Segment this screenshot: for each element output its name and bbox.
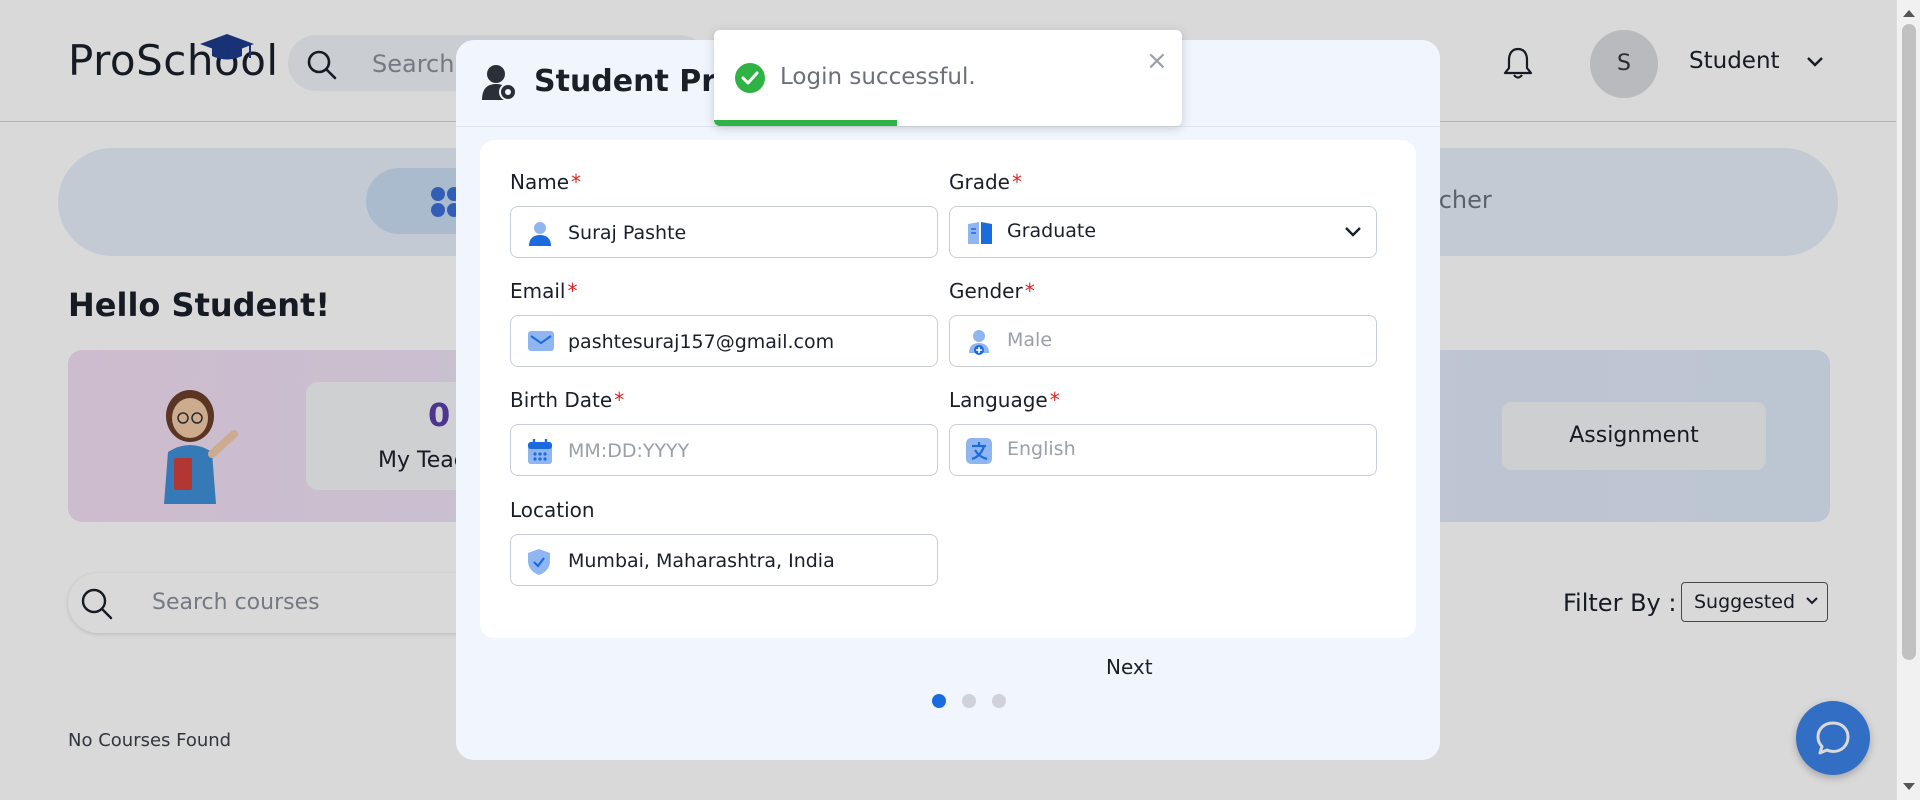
- step-dot-1[interactable]: [932, 694, 946, 708]
- location-value: Mumbai, Maharashtra, India: [568, 550, 835, 572]
- gender-value: Male: [1007, 329, 1053, 351]
- scroll-thumb[interactable]: [1902, 24, 1916, 660]
- login-success-toast: Login successful. ×: [714, 30, 1182, 126]
- required-mark: *: [614, 388, 625, 412]
- page-scrollbar[interactable]: [1896, 0, 1920, 800]
- birth-date-field[interactable]: MM:DD:YYYY: [510, 424, 938, 476]
- email-field[interactable]: pashtesuraj157@gmail.com: [510, 315, 938, 367]
- location-label: Location: [510, 498, 595, 522]
- email-label: Email *: [510, 279, 578, 303]
- modal-header-divider: [456, 126, 1440, 127]
- gender-person-icon: [969, 330, 989, 355]
- gender-field[interactable]: Male: [949, 315, 1377, 367]
- mail-icon: [528, 331, 554, 351]
- language-field[interactable]: English: [949, 424, 1377, 476]
- toast-message: Login successful.: [780, 64, 976, 90]
- location-field[interactable]: Mumbai, Maharashtra, India: [510, 534, 938, 586]
- required-mark: *: [1024, 279, 1035, 303]
- scroll-up-arrow-icon[interactable]: [1903, 10, 1915, 17]
- grade-select[interactable]: Graduate: [949, 206, 1377, 258]
- book-icon: [968, 222, 992, 244]
- step-dot-3[interactable]: [992, 694, 1006, 708]
- step-dot-2[interactable]: [962, 694, 976, 708]
- person-icon: [529, 222, 551, 246]
- toast-progress-bar: [714, 120, 897, 126]
- name-label: Name *: [510, 170, 582, 194]
- profile-form: Name * Suraj Pashte Grade * Graduate Ema…: [480, 140, 1416, 708]
- birth-date-label: Birth Date *: [510, 388, 625, 412]
- check-circle-icon: [735, 63, 765, 93]
- user-settings-icon: [482, 65, 517, 101]
- grade-value: Graduate: [1007, 220, 1097, 242]
- required-mark: *: [571, 170, 582, 194]
- shield-check-icon: [528, 549, 550, 575]
- chevron-down-icon: [1345, 227, 1361, 237]
- student-profile-modal: Student Profile Name * Suraj Pashte Grade…: [456, 40, 1440, 760]
- next-button[interactable]: Next: [1106, 655, 1153, 679]
- language-value: English: [1007, 438, 1076, 460]
- required-mark: *: [1011, 170, 1022, 194]
- language-label: Language *: [949, 388, 1060, 412]
- calendar-icon: [528, 439, 552, 464]
- birth-date-placeholder: MM:DD:YYYY: [568, 440, 690, 462]
- scroll-down-arrow-icon[interactable]: [1903, 783, 1915, 790]
- required-mark: *: [1049, 388, 1060, 412]
- email-value: pashtesuraj157@gmail.com: [568, 331, 835, 353]
- translate-icon: [966, 438, 992, 464]
- name-field[interactable]: Suraj Pashte: [510, 206, 938, 258]
- required-mark: *: [567, 279, 578, 303]
- gender-label: Gender *: [949, 279, 1035, 303]
- grade-label: Grade *: [949, 170, 1022, 194]
- name-value: Suraj Pashte: [568, 222, 687, 244]
- close-icon[interactable]: ×: [1146, 48, 1168, 74]
